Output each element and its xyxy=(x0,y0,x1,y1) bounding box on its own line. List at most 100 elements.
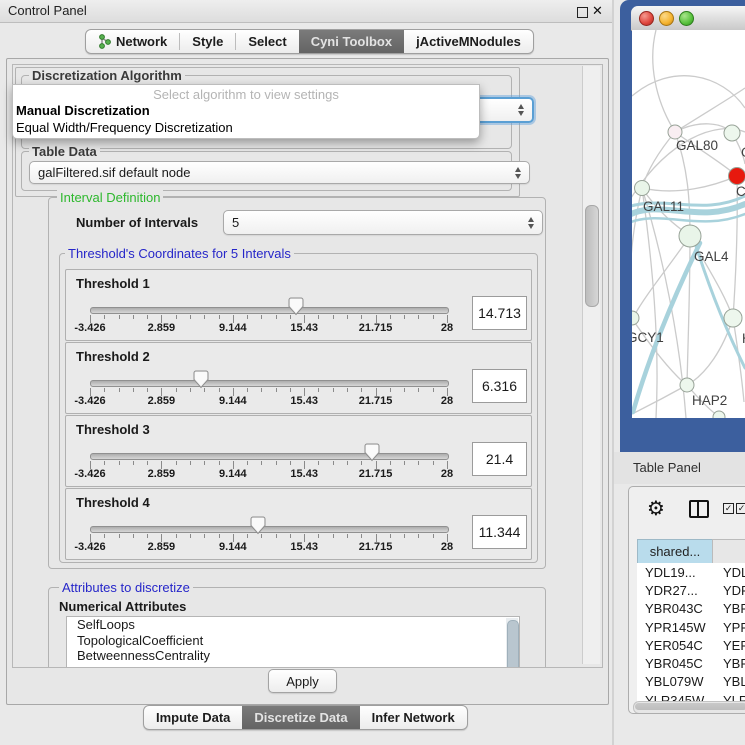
table-row[interactable]: YPR145WYPR1 xyxy=(637,618,745,636)
slider-tick xyxy=(190,388,191,392)
threshold-value-field[interactable]: 6.316 xyxy=(472,369,527,403)
network-node[interactable] xyxy=(724,309,742,327)
checkbox-icon[interactable]: ✓ xyxy=(736,503,745,514)
threshold-panel: Threshold 4 11.344 -3.4262.8599.14415.43… xyxy=(65,488,532,560)
table-row[interactable]: YDL19...YDL1 xyxy=(637,563,745,581)
interval-definition-label: Interval Definition xyxy=(57,190,163,205)
network-edge[interactable] xyxy=(642,188,657,418)
network-edge[interactable] xyxy=(687,236,690,385)
table-cell[interactable]: YBR0 xyxy=(717,656,745,671)
network-node[interactable] xyxy=(713,411,725,418)
attribute-list-item[interactable]: BetweennessCentrality xyxy=(67,648,519,664)
tab-style[interactable]: Style xyxy=(180,30,235,53)
slider-tick-label: 2.859 xyxy=(148,541,176,553)
table-hscrollbar-thumb[interactable] xyxy=(635,703,745,710)
dropdown-option-manual[interactable]: Manual Discretization xyxy=(16,103,150,118)
network-node[interactable] xyxy=(724,125,740,141)
table-cell[interactable]: YDL19... xyxy=(637,565,717,580)
restore-icon[interactable] xyxy=(577,7,588,18)
threshold-slider-thumb[interactable] xyxy=(364,443,380,462)
network-node[interactable] xyxy=(632,311,639,325)
gear-icon[interactable]: ⚙ xyxy=(647,496,665,521)
table-row[interactable]: YBR045CYBR0 xyxy=(637,654,745,672)
network-edge-thick[interactable] xyxy=(632,214,745,222)
slider-tick xyxy=(418,315,419,319)
tab-infer-network[interactable]: Infer Network xyxy=(360,706,467,729)
slider-tick xyxy=(404,461,405,465)
slider-tick xyxy=(219,388,220,392)
apply-button[interactable]: Apply xyxy=(268,669,337,693)
tab-impute-data[interactable]: Impute Data xyxy=(144,706,242,729)
slider-tick xyxy=(276,388,277,392)
table-cell[interactable]: YBL079W xyxy=(637,674,717,689)
table-cell[interactable]: YDL1 xyxy=(717,565,745,580)
threshold-slider-track[interactable] xyxy=(90,380,449,387)
threshold-value-field[interactable]: 14.713 xyxy=(472,296,527,330)
list-scrollbar[interactable] xyxy=(506,618,518,668)
table-cell[interactable]: YER0 xyxy=(717,638,745,653)
table-row[interactable]: YBL079WYBL0 xyxy=(637,673,745,691)
checkbox-icon[interactable]: ✓ xyxy=(723,503,734,514)
table-cell[interactable]: YBR045C xyxy=(637,656,717,671)
main-scrollbar-thumb[interactable] xyxy=(585,205,599,307)
table-cell[interactable]: YPR1 xyxy=(717,620,745,635)
slider-tick xyxy=(361,315,362,319)
threshold-slider-thumb[interactable] xyxy=(288,297,304,316)
list-scrollbar-thumb[interactable] xyxy=(507,620,519,668)
zoom-traffic-light[interactable] xyxy=(679,11,694,26)
tab-network[interactable]: Network xyxy=(86,30,179,53)
network-edge[interactable] xyxy=(642,132,675,188)
table-row[interactable]: YBR043CYBR0 xyxy=(637,600,745,618)
minimize-traffic-light[interactable] xyxy=(659,11,674,26)
table-cell[interactable]: YBR043C xyxy=(637,601,717,616)
column-header-shared-name[interactable]: shared... xyxy=(637,539,713,564)
network-edge[interactable] xyxy=(642,176,737,191)
table-cell[interactable]: YER054C xyxy=(637,638,717,653)
main-scrollbar[interactable] xyxy=(582,66,600,664)
threshold-value-field[interactable]: 11.344 xyxy=(472,515,527,549)
threshold-slider-thumb[interactable] xyxy=(193,370,209,389)
slider-tick xyxy=(219,461,220,465)
network-edge[interactable] xyxy=(632,188,642,318)
network-edge[interactable] xyxy=(642,188,686,418)
network-edge-thick[interactable] xyxy=(696,246,745,368)
network-node[interactable] xyxy=(679,225,701,247)
table-cell[interactable]: YDR2 xyxy=(717,583,745,598)
table-data-combobox[interactable]: galFiltered.sif default node xyxy=(29,161,530,184)
dropdown-option-equal-width[interactable]: Equal Width/Frequency Discretization xyxy=(16,120,233,135)
split-view-icon[interactable] xyxy=(689,500,709,518)
slider-tick xyxy=(361,534,362,538)
network-edge[interactable] xyxy=(632,76,745,108)
numerical-attributes-list[interactable]: SelfLoopsTopologicalCoefficientBetweenne… xyxy=(66,616,520,668)
table-cell[interactable]: YDR27... xyxy=(637,583,717,598)
network-node[interactable] xyxy=(668,125,682,139)
threshold-slider-track[interactable] xyxy=(90,526,449,533)
close-icon[interactable]: ✕ xyxy=(592,3,603,19)
table-hscrollbar[interactable] xyxy=(633,701,745,714)
table-cell[interactable]: YPR145W xyxy=(637,620,717,635)
close-traffic-light[interactable] xyxy=(639,11,654,26)
table-cell[interactable]: YBL0 xyxy=(717,674,745,689)
network-canvas[interactable]: GAL80GACGAL11GAL4GCY1HHAP2 xyxy=(632,30,745,418)
tab-cyni-toolbox[interactable]: Cyni Toolbox xyxy=(299,30,404,53)
table-cell[interactable]: YBR0 xyxy=(717,601,745,616)
attribute-list-item[interactable]: SelfLoops xyxy=(67,617,519,633)
threshold-slider-track[interactable] xyxy=(90,453,449,460)
attribute-list-item[interactable]: TopologicalCoefficient xyxy=(67,633,519,649)
num-intervals-combobox[interactable]: 5 xyxy=(223,210,543,235)
slider-tick xyxy=(390,315,391,319)
tab-select[interactable]: Select xyxy=(236,30,298,53)
table-row[interactable]: YDR27...YDR2 xyxy=(637,581,745,599)
tab-jactivemnodules[interactable]: jActiveMNodules xyxy=(404,30,533,53)
slider-tick xyxy=(104,315,105,319)
network-node[interactable] xyxy=(729,168,745,185)
network-edge[interactable] xyxy=(634,236,690,316)
tab-discretize-data[interactable]: Discretize Data xyxy=(242,706,359,729)
network-node[interactable] xyxy=(680,378,694,392)
threshold-value-field[interactable]: 21.4 xyxy=(472,442,527,476)
threshold-slider-thumb[interactable] xyxy=(250,516,266,535)
table-row[interactable]: YER054CYER0 xyxy=(637,636,745,654)
network-node[interactable] xyxy=(635,181,650,196)
threshold-slider-track[interactable] xyxy=(90,307,449,314)
column-header-name[interactable]: na xyxy=(712,539,745,564)
